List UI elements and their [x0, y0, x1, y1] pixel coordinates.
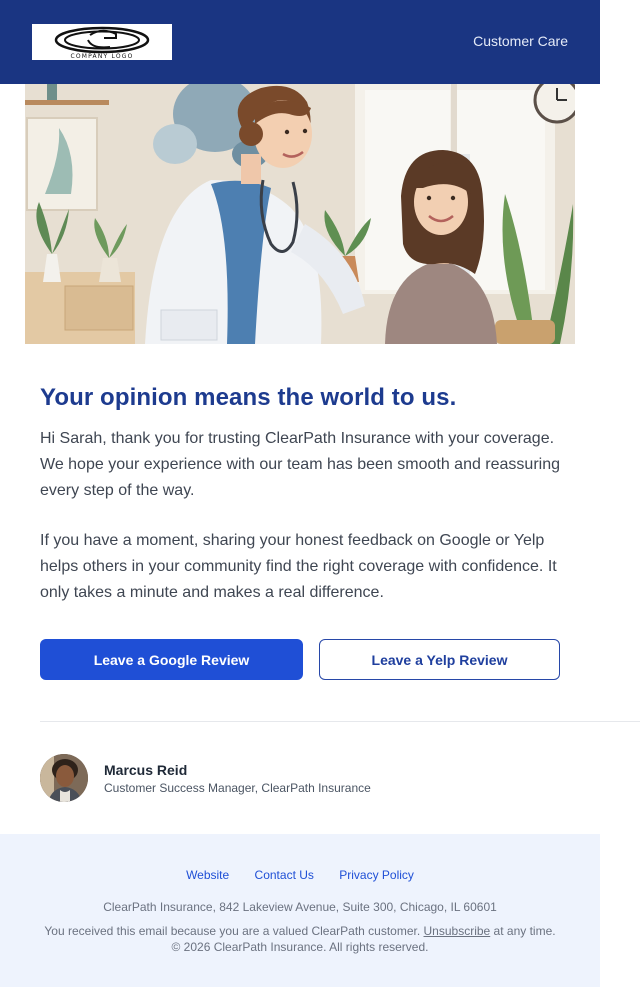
footer-links: Website Contact Us Privacy Policy [0, 868, 600, 882]
footer-link-privacy[interactable]: Privacy Policy [339, 868, 414, 882]
email-footer: Website Contact Us Privacy Policy ClearP… [0, 834, 600, 987]
email-heading: Your opinion means the world to us. [40, 384, 457, 411]
request-paragraph: If you have a moment, sharing your hones… [40, 532, 557, 601]
google-review-button[interactable]: Leave a Google Review [40, 639, 303, 680]
intro-paragraph: Hi Sarah, thank you for trusting ClearPa… [40, 430, 561, 499]
yelp-review-button[interactable]: Leave a Yelp Review [319, 639, 560, 680]
hero-illustration [25, 84, 575, 344]
signature-title: Customer Success Manager, ClearPath Insu… [104, 781, 371, 795]
footer-link-website[interactable]: Website [186, 868, 229, 882]
footer-link-contact[interactable]: Contact Us [255, 868, 314, 882]
section-divider [40, 721, 640, 722]
email-header: COMPANY LOGO Customer Care [0, 0, 600, 84]
logo-lettering: COMPANY LOGO [70, 53, 133, 60]
footer-disclaimer: You received this email because you are … [40, 923, 560, 955]
avatar [40, 754, 88, 802]
signature-name: Marcus Reid [104, 762, 188, 778]
disclaimer-text-start: You received this email because you are … [44, 924, 424, 938]
unsubscribe-link[interactable]: Unsubscribe [424, 924, 491, 938]
company-logo[interactable]: COMPANY LOGO [32, 24, 172, 60]
company-address: ClearPath Insurance, 842 Lakeview Avenue… [103, 900, 497, 914]
customer-care-link[interactable]: Customer Care [473, 33, 568, 49]
